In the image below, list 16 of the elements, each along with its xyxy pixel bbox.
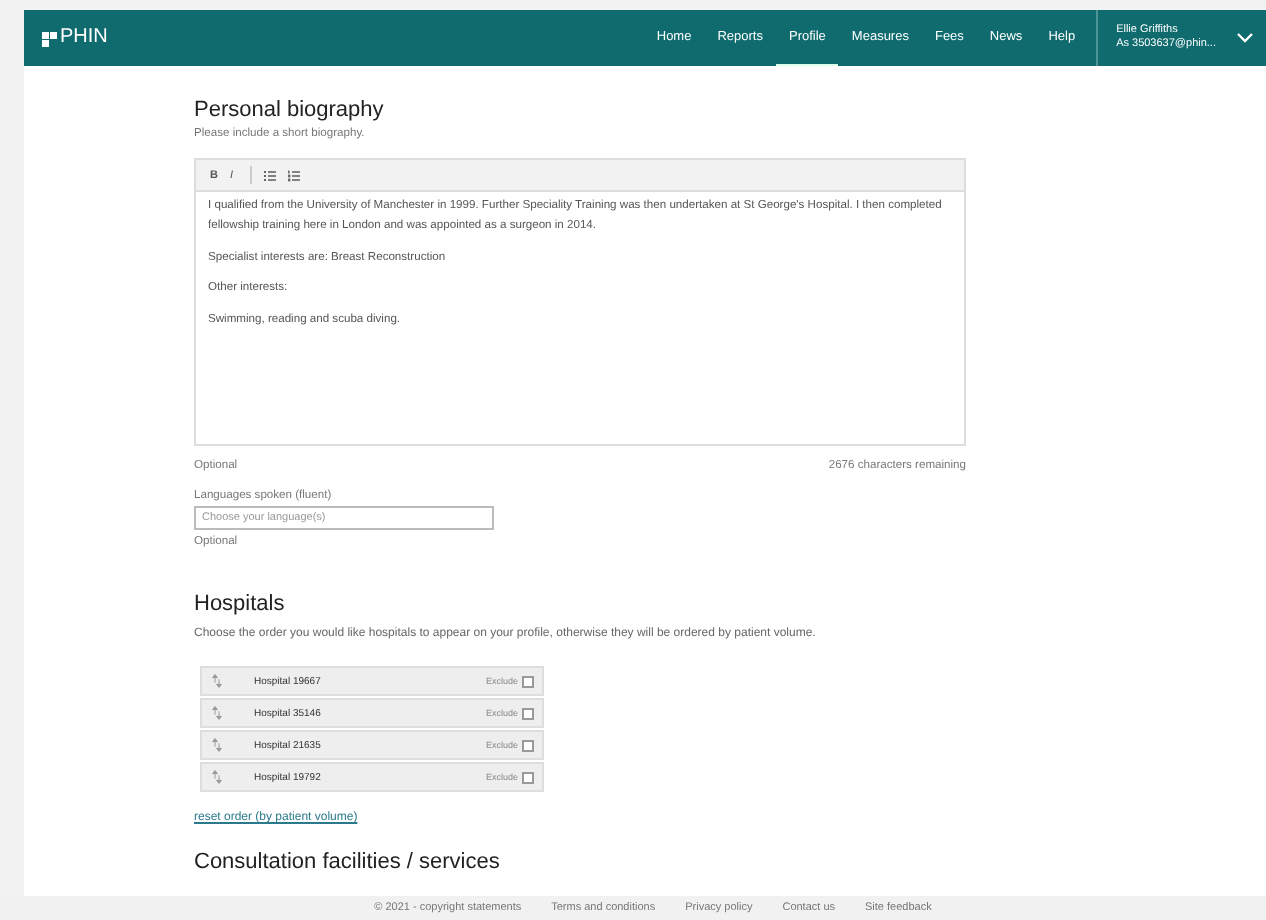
exclude-checkbox[interactable] [522,707,534,719]
reorder-arrows-icon[interactable] [212,706,222,720]
logo-text: PHIN [60,28,108,48]
reorder-arrows-icon[interactable] [212,770,222,784]
exclude-checkbox[interactable] [522,675,534,687]
exclude-checkbox[interactable] [522,739,534,751]
section-title: Consultation facilities / services [194,850,502,874]
bullet-list-icon[interactable] [264,169,276,181]
numbered-list-icon[interactable] [288,169,300,181]
chevron-down-icon[interactable] [1236,32,1254,44]
reorder-arrows-icon[interactable] [212,674,222,688]
section-title: Hospitals [194,592,287,616]
logo-icon [42,32,58,48]
exclude-checkbox[interactable] [522,771,534,783]
section-title: Personal biography [194,98,386,122]
reorder-arrows-icon[interactable] [212,738,222,752]
